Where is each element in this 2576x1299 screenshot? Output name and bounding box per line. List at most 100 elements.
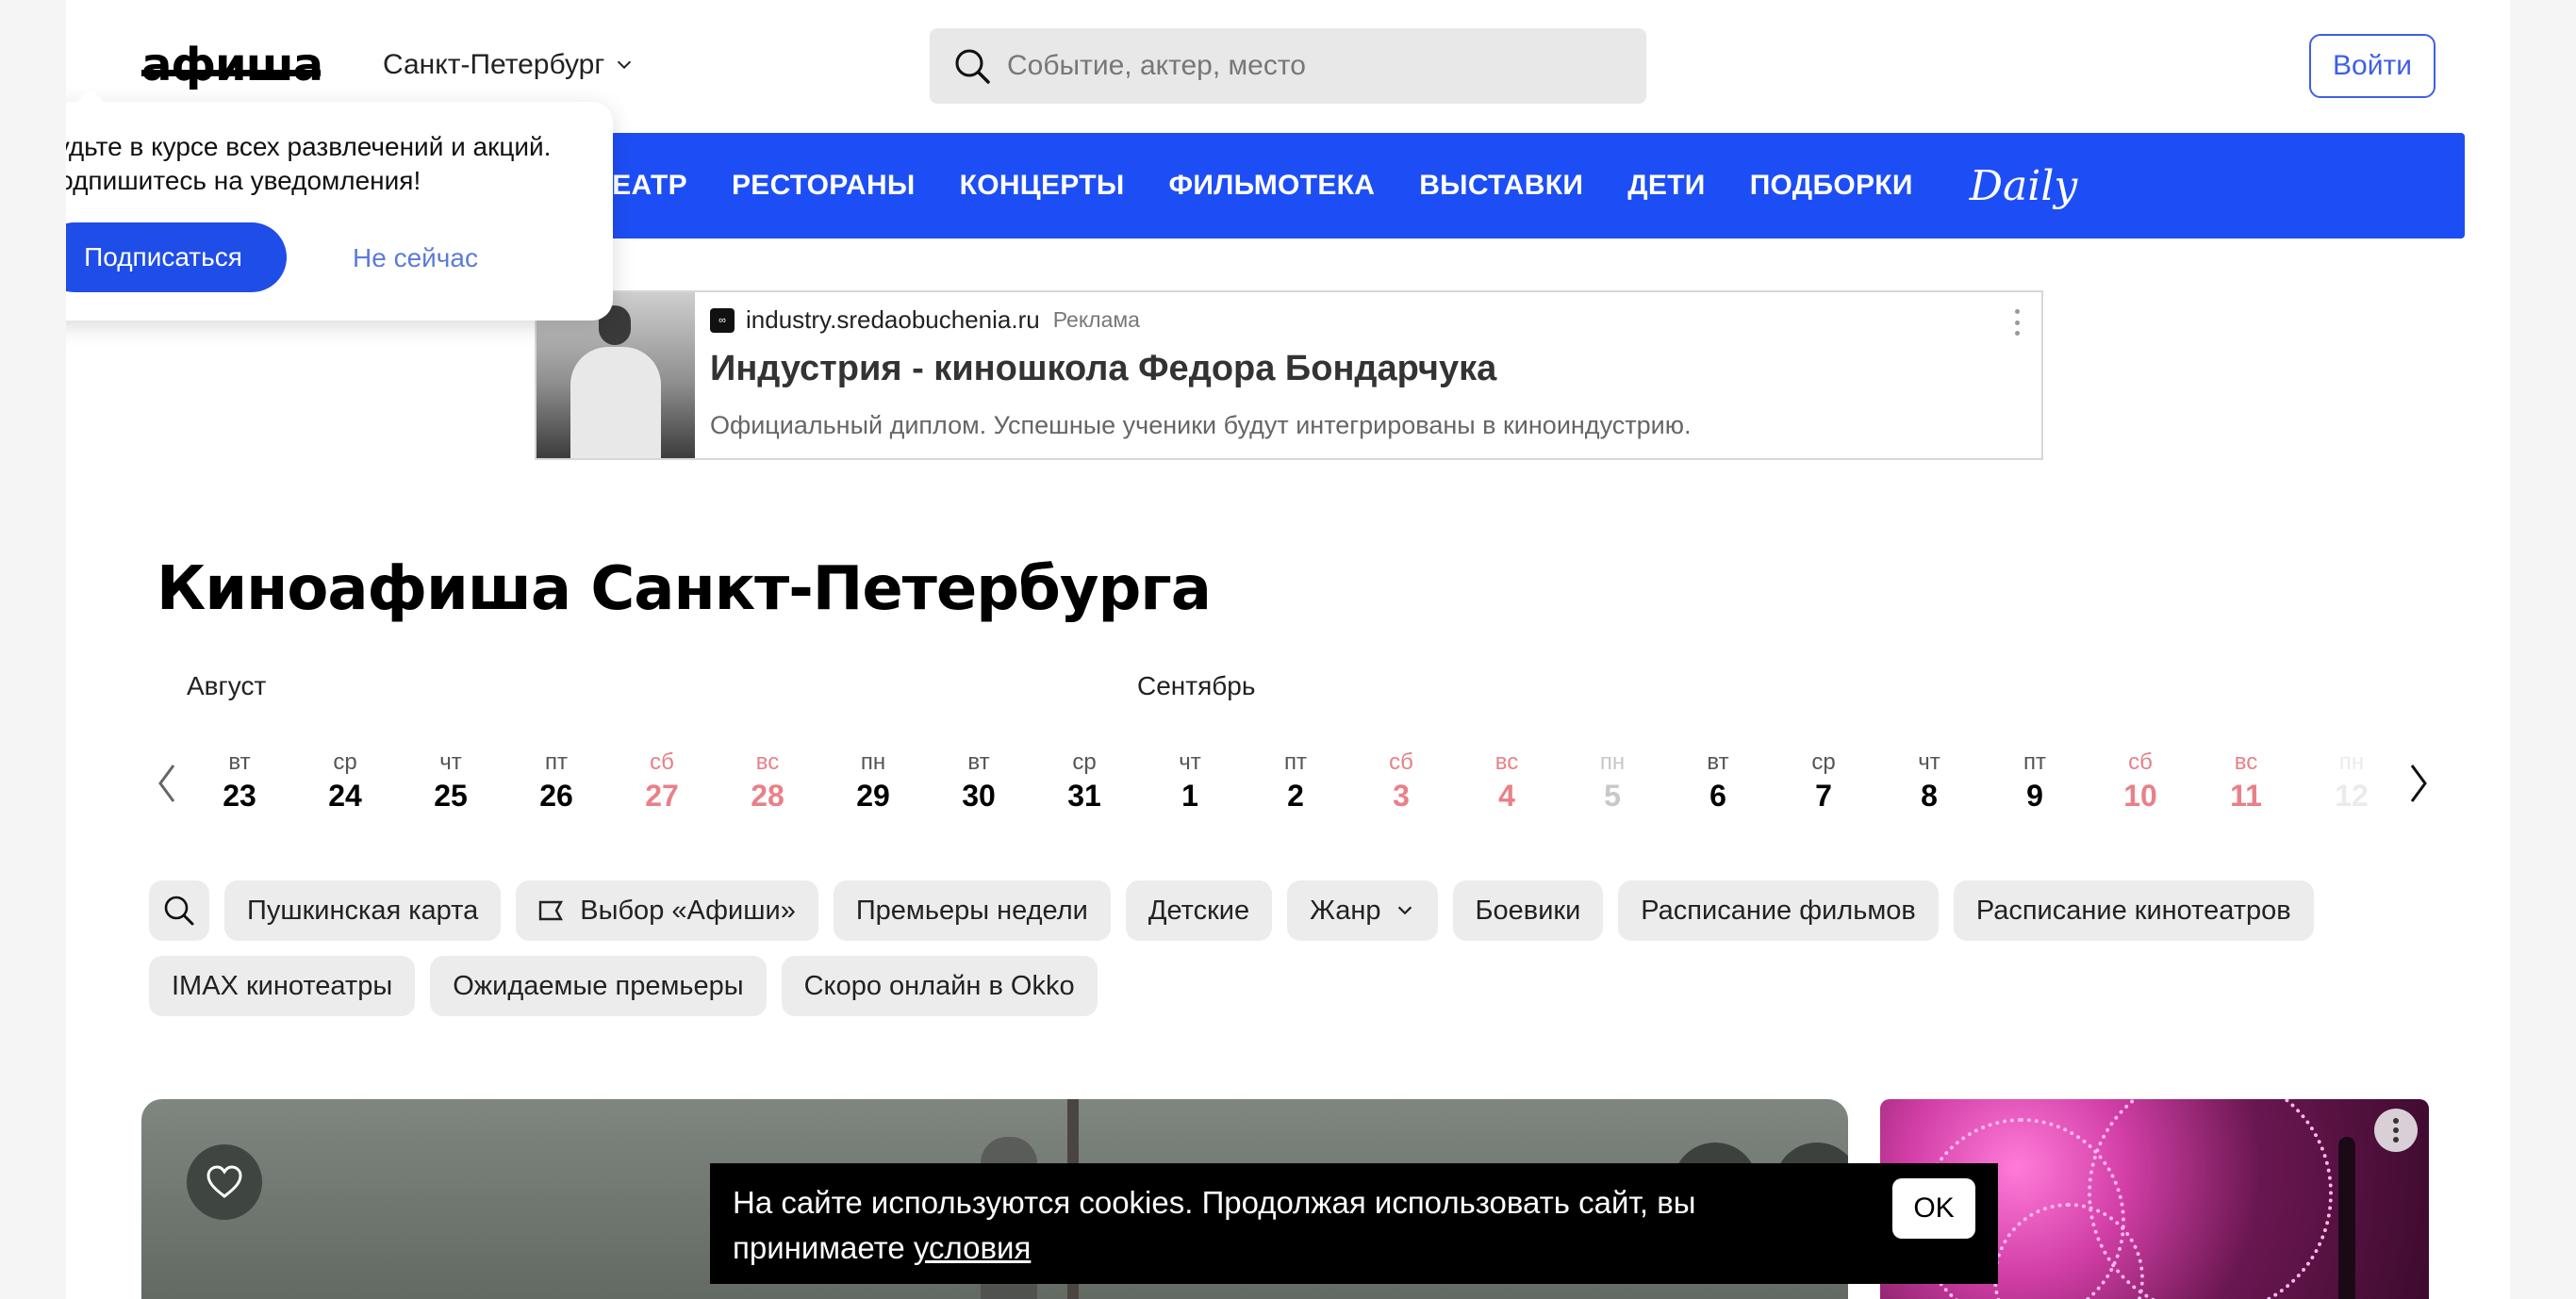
city-selector[interactable]: Санкт-Петербург (383, 49, 635, 81)
date-item[interactable]: вс 4 (1473, 748, 1541, 814)
ad-label: Реклама (1052, 307, 1140, 332)
date-number: 12 (2335, 779, 2369, 813)
date-item[interactable]: сб 3 (1367, 748, 1435, 814)
chip-film-schedule[interactable]: Расписание фильмов (1618, 880, 1939, 941)
month-label-august: Август (187, 671, 267, 700)
afisha-logo[interactable]: афиша (141, 38, 323, 92)
date-weekday: пт (1284, 749, 1307, 775)
date-item[interactable]: вс 11 (2212, 748, 2280, 814)
date-item[interactable]: пт 26 (522, 748, 590, 814)
chevron-right-icon[interactable] (2404, 760, 2433, 807)
date-number: 2 (1287, 779, 1304, 813)
flag-icon (539, 900, 564, 921)
date-number: 5 (1604, 779, 1621, 813)
chip-premieres-week[interactable]: Премьеры недели (833, 880, 1111, 941)
chip-action[interactable]: Боевики (1452, 880, 1604, 941)
ad-title: Индустрия - киношкола Федора Бондарчука (710, 349, 1497, 388)
date-item: пн 12 (2318, 748, 2386, 814)
date-number: 10 (2123, 779, 2157, 813)
chip-cinema-schedule[interactable]: Расписание кинотеатров (1953, 880, 2314, 941)
nav-item-filmoteka[interactable]: ФИЛЬМОТЕКА (1169, 170, 1376, 202)
month-label-september: Сентябрь (1137, 671, 1256, 700)
date-item[interactable]: вт 23 (206, 748, 273, 814)
date-weekday: пт (2023, 749, 2046, 775)
ad-photo-torso (570, 347, 661, 458)
date-item[interactable]: пт 2 (1262, 748, 1329, 814)
date-weekday: чт (1918, 749, 1940, 775)
date-item[interactable]: ср 24 (311, 748, 379, 814)
chevron-left-icon[interactable] (153, 760, 181, 807)
date-item[interactable]: вт 6 (1684, 748, 1752, 814)
nav-item-vystavki[interactable]: ВЫСТАВКИ (1419, 170, 1583, 202)
date-item[interactable]: вс 28 (734, 748, 801, 814)
date-number: 4 (1498, 779, 1515, 813)
date-item[interactable]: пт 9 (2001, 748, 2069, 814)
cookie-terms-link[interactable]: условия (914, 1230, 1031, 1265)
search-input[interactable] (1007, 50, 1610, 82)
subscribe-button[interactable]: Подписаться (66, 222, 287, 292)
cookie-banner: На сайте используются cookies. Продолжая… (710, 1163, 1998, 1284)
chip-label: Пушкинская карта (247, 895, 479, 926)
chevron-down-icon (1397, 906, 1412, 915)
chip-label: Детские (1148, 895, 1250, 926)
date-number: 8 (1921, 779, 1938, 813)
date-number: 25 (434, 779, 468, 813)
search-box[interactable] (930, 28, 1646, 104)
date-number: 26 (539, 779, 573, 813)
ad-more-icon[interactable] (2015, 309, 2021, 336)
logo-underline (141, 70, 322, 76)
nav-item-deti[interactable]: ДЕТИ (1627, 170, 1705, 202)
date-item[interactable]: сб 10 (2106, 748, 2174, 814)
nav-item-podborki[interactable]: ПОДБОРКИ (1750, 170, 1913, 202)
date-weekday: вт (1707, 749, 1729, 775)
page-title: Киноафиша Санкт-Петербурга (157, 554, 1212, 624)
date-item[interactable]: чт 25 (417, 748, 485, 814)
date-weekday: чт (439, 749, 462, 775)
chip-label: Премьеры недели (855, 895, 1088, 926)
favorite-button[interactable] (187, 1144, 262, 1220)
chip-genre-dropdown[interactable]: Жанр (1287, 880, 1438, 941)
chip-label: Боевики (1475, 895, 1581, 926)
chip-kids[interactable]: Детские (1125, 880, 1273, 941)
nav-item-daily[interactable]: Daily (1970, 162, 2078, 210)
nav-item-restorany[interactable]: РЕСТОРАНЫ (732, 170, 916, 202)
chip-imax[interactable]: IMAX кинотеатры (149, 956, 416, 1016)
date-item[interactable]: чт 1 (1156, 748, 1224, 814)
chip-label: Расписание фильмов (1641, 895, 1916, 926)
ad-description: Официальный диплом. Успешные ученики буд… (710, 411, 1692, 439)
date-number: 23 (223, 779, 256, 813)
date-number: 1 (1181, 779, 1198, 813)
cookie-ok-button[interactable]: OK (1892, 1178, 1975, 1239)
date-number: 27 (645, 779, 679, 813)
date-number: 29 (856, 779, 890, 813)
date-item[interactable]: ср 31 (1050, 748, 1118, 814)
cookie-text: На сайте используются cookies. Продолжая… (733, 1180, 1808, 1271)
filter-search-button[interactable] (149, 880, 209, 941)
nav-item-koncerty[interactable]: КОНЦЕРТЫ (960, 170, 1125, 202)
login-button[interactable]: Войти (2309, 34, 2436, 98)
chip-label: IMAX кинотеатры (172, 970, 393, 1001)
date-item[interactable]: ср 7 (1790, 748, 1858, 814)
date-number: 7 (1815, 779, 1832, 813)
date-item[interactable]: пн 29 (839, 748, 907, 814)
chip-pushkin-card[interactable]: Пушкинская карта (224, 880, 502, 941)
chip-label: Расписание кинотеатров (1975, 895, 2291, 926)
date-item[interactable]: сб 27 (628, 748, 696, 814)
chip-expected-premieres[interactable]: Ожидаемые премьеры (430, 956, 767, 1016)
date-item[interactable]: вт 30 (945, 748, 1013, 814)
ad-banner[interactable]: ∞ industry.sredaobuchenia.ru Реклама Инд… (535, 290, 2043, 460)
date-weekday: пт (545, 749, 568, 775)
chip-okko[interactable]: Скоро онлайн в Okko (781, 956, 1098, 1016)
date-item[interactable]: чт 8 (1895, 748, 1963, 814)
date-number: 28 (751, 779, 784, 813)
date-number: 6 (1709, 779, 1726, 813)
search-icon (164, 896, 194, 926)
date-weekday: вт (967, 749, 990, 775)
not-now-link[interactable]: Не сейчас (353, 243, 478, 273)
date-weekday: ср (1811, 749, 1836, 775)
date-number: 24 (328, 779, 362, 813)
notification-popup: Будьте в курсе всех развлечений и акций.… (66, 89, 613, 321)
more-icon[interactable] (2374, 1109, 2418, 1152)
chip-afisha-choice[interactable]: Выбор «Афиши» (516, 880, 818, 941)
card-image-spire (2338, 1137, 2355, 1299)
